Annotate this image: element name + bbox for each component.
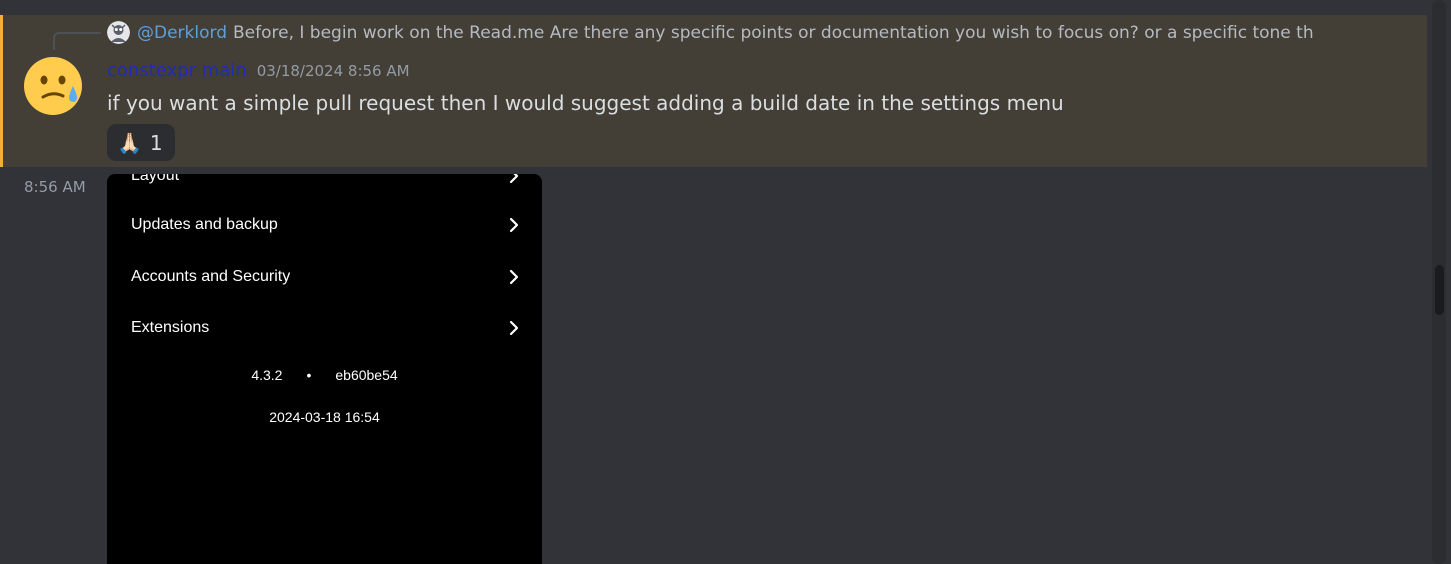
reply-text: Before, I begin work on the Read.me Are … xyxy=(233,23,1314,43)
settings-row-label: Extensions xyxy=(131,319,210,336)
commit-hash: eb60be54 xyxy=(335,367,398,383)
version-number: 4.3.2 xyxy=(251,367,283,383)
reaction-count: 1 xyxy=(149,130,163,155)
settings-row-label: Updates and backup xyxy=(131,216,278,233)
message-timestamp[interactable]: 03/18/2024 8:56 AM xyxy=(257,62,410,80)
message-header: constexpr main 03/18/2024 8:56 AM xyxy=(107,58,410,84)
reply-avatar-icon xyxy=(107,21,130,44)
reply-author[interactable]: @Derklord xyxy=(137,23,227,43)
username[interactable]: constexpr main xyxy=(107,60,247,81)
settings-row-label: Accounts and Security xyxy=(131,268,291,285)
folded-hands-icon: 🙏🏻 xyxy=(117,130,142,155)
chevron-right-icon xyxy=(509,174,519,184)
followup-timestamp[interactable]: 8:56 AM xyxy=(24,177,86,197)
chat-view: @Derklord Before, I begin work on the Rea… xyxy=(0,0,1451,564)
previous-message-edge xyxy=(0,0,1428,15)
chevron-right-icon xyxy=(509,269,519,285)
message-text: if you want a simple pull request then I… xyxy=(107,91,1064,115)
version-separator: • xyxy=(306,367,312,383)
reaction-button[interactable]: 🙏🏻 1 xyxy=(107,124,175,161)
chevron-right-icon xyxy=(509,320,519,336)
image-attachment[interactable]: Layout Updates and backup Accounts and S… xyxy=(107,174,542,564)
settings-row-label: Layout xyxy=(131,174,180,184)
settings-row-updates: Updates and backup xyxy=(131,213,521,237)
reply-preview[interactable]: @Derklord Before, I begin work on the Rea… xyxy=(137,21,1355,45)
reply-avatar[interactable] xyxy=(107,21,130,44)
sweat-face-icon xyxy=(24,57,82,115)
chevron-right-icon xyxy=(509,217,519,233)
scrollbar-thumb[interactable] xyxy=(1435,265,1444,315)
user-avatar[interactable] xyxy=(23,56,83,116)
settings-row-extensions: Extensions xyxy=(131,316,521,340)
version-info: 4.3.2 • eb60be54 xyxy=(107,365,542,385)
settings-row-accounts: Accounts and Security xyxy=(131,265,521,289)
reply-connector xyxy=(53,32,101,50)
build-date: 2024-03-18 16:54 xyxy=(269,409,380,425)
settings-row-layout: Layout xyxy=(131,174,521,188)
